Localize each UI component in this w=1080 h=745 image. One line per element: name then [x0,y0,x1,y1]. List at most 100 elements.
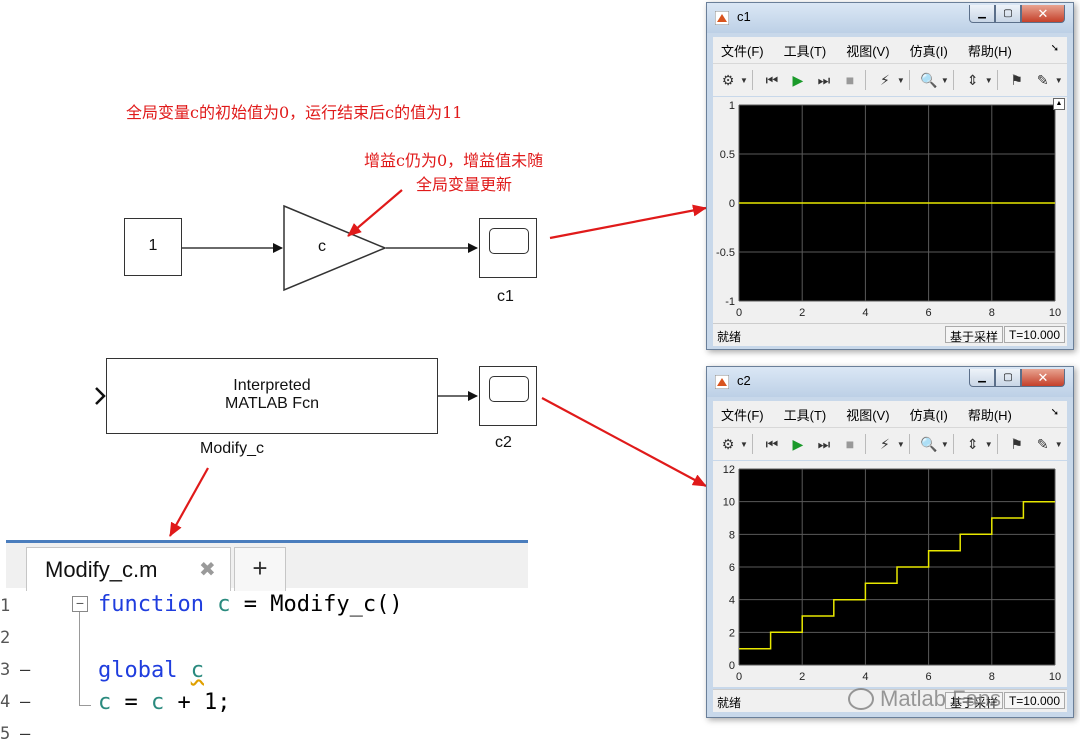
constant-block[interactable]: 1 [124,218,182,276]
line-number: 4 [0,692,11,712]
code-fold-icon[interactable]: − [72,596,88,612]
editor-tab-modify-c[interactable]: Modify_c.m ✖ [26,547,231,591]
dropdown-arrow-icon[interactable]: ▼ [985,76,993,85]
variable: c [151,690,165,715]
menu-view[interactable]: 视图(V) [846,405,889,424]
menu-simulation[interactable]: 仿真(I) [910,41,948,60]
run-icon[interactable]: ▶ [787,433,809,455]
x-tick-label: 10 [1049,307,1061,319]
wechat-icon [848,688,874,710]
autoscale-icon[interactable]: ⇕ [962,433,984,455]
dropdown-arrow-icon[interactable]: ▼ [897,440,905,449]
menu-overflow-icon[interactable]: ➘ [1051,43,1059,54]
x-tick-label: 8 [989,671,995,683]
menu-help[interactable]: 帮助(H) [968,405,1012,424]
line-number: 3 [0,660,11,680]
x-tick-label: 8 [989,307,995,319]
code-line-3[interactable]: global c [98,658,204,683]
menu-simulation[interactable]: 仿真(I) [910,405,948,424]
trigger-icon[interactable]: ⚑ [1006,69,1028,91]
stop-icon[interactable]: ■ [839,433,861,455]
settings-gear-icon[interactable]: ⚙ [717,433,739,455]
menu-tools[interactable]: 工具(T) [784,405,827,424]
new-tab-button[interactable]: + [234,547,286,591]
keyword: function [98,592,204,617]
close-tab-icon[interactable]: ✖ [199,557,216,582]
menu-overflow-icon[interactable]: ➘ [1051,407,1059,418]
menu-help[interactable]: 帮助(H) [968,41,1012,60]
breakpoint-marker[interactable]: — [20,724,30,744]
settings-gear-icon[interactable]: ⚙ [717,69,739,91]
line-number: 1 [0,596,11,616]
step-forward-icon[interactable]: ⏭ [813,433,835,455]
x-tick-label: 6 [926,671,932,683]
menu-view[interactable]: 视图(V) [846,41,889,60]
close-icon[interactable]: ✕ [1021,5,1065,23]
menu-file[interactable]: 文件(F) [721,405,764,424]
code-line-1[interactable]: function c = Modify_c() [98,592,403,617]
scope-screen-icon [489,376,529,402]
stop-icon[interactable]: ■ [839,69,861,91]
maximize-icon[interactable]: ▢ [995,5,1021,23]
dropdown-arrow-icon[interactable]: ▼ [941,76,949,85]
fcn-title-line2: MATLAB Fcn [225,395,319,412]
dropdown-arrow-icon[interactable]: ▼ [985,440,993,449]
dropdown-arrow-icon[interactable]: ▼ [740,440,748,449]
code-text: = [111,690,151,715]
y-tick-label: 6 [729,562,735,574]
y-tick-label: 1 [729,100,735,112]
zoom-icon[interactable]: 🔍 [918,69,940,91]
x-tick-label: 6 [926,307,932,319]
dropdown-arrow-icon[interactable]: ▼ [740,76,748,85]
scope-c1-block[interactable] [479,218,537,278]
dropdown-arrow-icon[interactable]: ▼ [1055,76,1063,85]
menu-file[interactable]: 文件(F) [721,41,764,60]
run-icon[interactable]: ▶ [787,69,809,91]
axes-restore-icon[interactable]: ▲ [1053,98,1065,110]
gain-label: c [318,238,326,255]
step-forward-icon[interactable]: ⏭ [813,69,835,91]
menu-bar: 文件(F) 工具(T) 视图(V) 仿真(I) 帮助(H) ➘ [713,37,1067,63]
highlight-icon[interactable]: ⚡ [874,69,896,91]
y-tick-label: 0 [729,198,735,210]
dropdown-arrow-icon[interactable]: ▼ [897,76,905,85]
code-text: + 1; [164,690,231,715]
variable: c [217,592,231,617]
status-time: T=10.000 [1003,692,1065,709]
interpreted-fcn-block[interactable]: Interpreted MATLAB Fcn [106,358,438,434]
dropdown-arrow-icon[interactable]: ▼ [1055,440,1063,449]
code-line-4[interactable]: c = c + 1; [98,690,230,715]
step-back-icon[interactable]: ⏮ [761,69,783,91]
minimize-icon[interactable]: ▁ [969,369,995,387]
trigger-icon[interactable]: ⚑ [1006,433,1028,455]
arrow-to-gain [347,189,403,237]
zoom-icon[interactable]: 🔍 [918,433,940,455]
close-icon[interactable]: ✕ [1021,369,1065,387]
highlight-icon[interactable]: ⚡ [874,433,896,455]
x-tick-label: 0 [736,671,742,683]
code-text: = Modify_c() [230,592,403,617]
dropdown-arrow-icon[interactable]: ▼ [941,440,949,449]
minimize-icon[interactable]: ▁ [969,5,995,23]
measure-icon[interactable]: ✎ [1032,433,1054,455]
menu-tools[interactable]: 工具(T) [784,41,827,60]
title-bar[interactable]: c2 ▁ ▢ ✕ [707,367,1073,397]
toolbar: ⚙ ▼ ⏮ ▶ ⏭ ■ ⚡ ▼ 🔍 ▼ ⇕ ▼ ⚑ ✎ ▼ [713,63,1067,96]
matlab-icon [715,375,729,389]
step-back-icon[interactable]: ⏮ [761,433,783,455]
fcn-title-line1: Interpreted [233,377,311,394]
arrow-to-editor [169,467,209,537]
variable: c [190,658,204,683]
fold-guide-end [79,705,91,706]
scope-c2-block[interactable] [479,366,537,426]
status-mode: 基于采样 [944,326,1003,344]
breakpoint-marker[interactable]: — [20,692,30,712]
menu-bar: 文件(F) 工具(T) 视图(V) 仿真(I) 帮助(H) ➘ [713,401,1067,427]
measure-icon[interactable]: ✎ [1032,69,1054,91]
autoscale-icon[interactable]: ⇕ [962,69,984,91]
constant-value: 1 [148,237,158,254]
title-bar[interactable]: c1 ▁ ▢ ✕ [707,3,1073,33]
breakpoint-marker[interactable]: — [20,660,30,680]
line-number: 5 [0,724,11,744]
maximize-icon[interactable]: ▢ [995,369,1021,387]
